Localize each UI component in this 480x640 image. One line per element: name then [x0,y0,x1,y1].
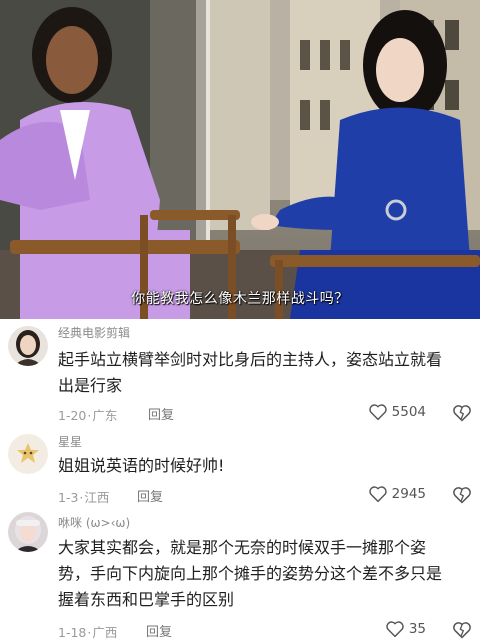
comment-location: 江西 [84,490,110,505]
avatar[interactable] [8,326,48,366]
like-count: 5504 [391,404,426,420]
like-button[interactable]: 2945 [368,485,426,503]
comment-meta: 1-18·广西 [58,622,117,640]
comment-text-line: 姐姐说英语的时候好帅! [58,456,225,475]
comment-date: 1-18 [58,625,87,640]
dislike-button[interactable] [452,620,472,640]
like-button[interactable]: 35 [385,620,426,638]
comment-item: 经典电影剪辑 起手站立横臂举剑时对比身后的主持人，姿态站立就看 出是行家 1-2… [0,319,480,430]
meta-separator: · [87,408,92,423]
comment-item: 星星 姐姐说英语的时候好帅! 1-3·江西 回复 2945 [0,430,480,510]
comment-item: 咻咪 (ω>‹ω) 大家其实都会，就是那个无奈的时候双手一摊那个姿 势，手向下内… [0,510,480,640]
comment-username[interactable]: 星星 [58,433,82,450]
comment-text-line: 大家其实都会，就是那个无奈的时候双手一摊那个姿 [58,538,427,557]
heart-outline-icon [368,486,387,503]
broken-heart-icon [453,487,471,504]
comment-text-line: 出是行家 [58,376,123,395]
like-count: 35 [408,621,426,637]
heart-outline-icon [368,404,387,421]
comment-meta: 1-3·江西 [58,487,109,506]
reply-button[interactable]: 回复 [137,486,163,505]
broken-heart-icon [453,622,471,639]
comment-location: 广西 [92,625,118,640]
dislike-button[interactable] [452,485,472,505]
avatar[interactable] [8,512,48,552]
comment-username[interactable]: 咻咪 (ω>‹ω) [58,514,130,531]
video-subtitle: 你能教我怎么像木兰那样战斗吗？ [131,291,349,307]
comment-username[interactable]: 经典电影剪辑 [58,324,130,341]
comment-text: 大家其实都会，就是那个无奈的时候双手一摊那个姿 势，手向下内旋向上那个摊手的姿势… [58,535,468,613]
avatar[interactable] [8,434,48,474]
reply-button[interactable]: 回复 [146,621,172,640]
meta-separator: · [87,625,92,640]
comment-text-line: 起手站立横臂举剑时对比身后的主持人，姿态站立就看 [58,350,443,369]
reply-button[interactable]: 回复 [148,404,174,423]
broken-heart-icon [453,405,471,422]
like-button[interactable]: 5504 [368,403,426,421]
meta-separator: · [79,490,84,505]
heart-outline-icon [386,621,404,638]
comment-text: 起手站立横臂举剑时对比身后的主持人，姿态站立就看 出是行家 [58,347,468,399]
video-frame[interactable]: 你能教我怎么像木兰那样战斗吗？ [0,0,480,319]
comment-location: 广东 [92,408,118,423]
comment-meta: 1-20·广东 [58,405,117,424]
comment-text-line: 势，手向下内旋向上那个摊手的姿势分这个差不多只是 [58,564,443,583]
comment-text: 姐姐说英语的时候好帅! [58,453,468,479]
comment-date: 1-3 [58,490,79,505]
video-scene [0,0,480,319]
comment-date: 1-20 [58,408,87,423]
comment-text-line: 握着东西和巴掌手的区别 [58,590,235,609]
dislike-button[interactable] [452,403,472,423]
like-count: 2945 [391,486,426,502]
